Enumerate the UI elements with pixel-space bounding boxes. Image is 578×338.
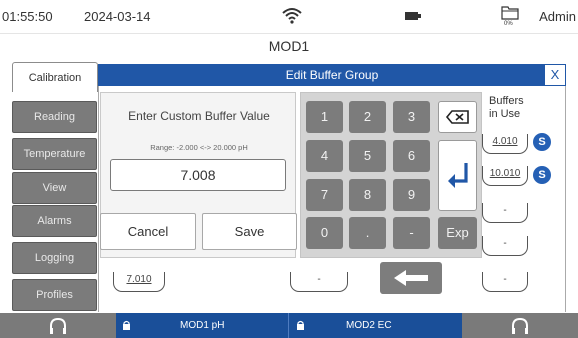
enter-icon — [448, 163, 468, 188]
clock: 01:55:50 — [2, 9, 53, 24]
module-label-mod1: MOD1 pH — [180, 320, 225, 331]
folder-icon[interactable] — [501, 4, 519, 20]
bottom-bar: MOD1 pH MOD2 EC — [0, 313, 578, 338]
buffer-slot-4[interactable]: - — [482, 236, 528, 256]
wifi-icon — [282, 8, 302, 24]
standard-badge-2: S — [533, 166, 551, 184]
numeric-keypad: 1 2 3 4 5 6 7 8 9 0 . - Exp — [300, 92, 482, 258]
available-buffer-7010[interactable]: 7.010 — [113, 272, 165, 292]
nav-profiles[interactable]: Profiles — [12, 279, 97, 311]
buffers-label: Buffers — [489, 95, 524, 107]
key-6[interactable]: 6 — [393, 140, 430, 172]
save-button[interactable]: Save — [202, 213, 297, 250]
headset-icon — [50, 317, 66, 334]
key-5[interactable]: 5 — [349, 140, 386, 172]
key-decimal[interactable]: . — [349, 217, 386, 249]
buffer-value-field[interactable]: 7.008 — [110, 159, 286, 191]
custom-value-heading: Enter Custom Buffer Value — [128, 109, 270, 123]
status-bar: 01:55:50 2024-03-14 0% Admin — [0, 0, 578, 34]
page-title: MOD1 — [0, 34, 578, 58]
key-1[interactable]: 1 — [306, 101, 343, 133]
module-label-mod2: MOD2 EC — [346, 320, 392, 331]
lock-icon — [123, 320, 130, 330]
nav-alarms[interactable]: Alarms — [12, 205, 97, 237]
nav-view[interactable]: View — [12, 172, 97, 204]
available-buffer-slot[interactable]: - — [290, 272, 348, 292]
range-label: Range: -2.000 <-> 20.000 pH — [150, 143, 248, 152]
enter-button[interactable] — [438, 140, 477, 211]
module-tab-mod1[interactable]: MOD1 pH — [116, 313, 289, 338]
dialog-header: Edit Buffer Group X — [98, 64, 566, 86]
module-tab-mod2[interactable]: MOD2 EC — [290, 313, 462, 338]
backspace-icon — [445, 110, 469, 124]
arrow-left-icon — [394, 270, 428, 286]
date: 2024-03-14 — [84, 9, 151, 24]
key-4[interactable]: 4 — [306, 140, 343, 172]
standard-badge-1: S — [533, 133, 551, 151]
key-7[interactable]: 7 — [306, 179, 343, 211]
buffer-slot-2[interactable]: 10.010 — [482, 166, 528, 186]
key-9[interactable]: 9 — [393, 179, 430, 211]
close-button[interactable]: X — [544, 64, 566, 86]
key-3[interactable]: 3 — [393, 101, 430, 133]
left-headset-button[interactable] — [0, 313, 116, 338]
lock-icon — [297, 320, 304, 330]
in-use-label: in Use — [489, 108, 521, 120]
nav-logging[interactable]: Logging — [12, 242, 97, 274]
key-2[interactable]: 2 — [349, 101, 386, 133]
battery-icon — [405, 12, 421, 20]
storage-percent: 0% — [504, 21, 513, 27]
buffer-slot-3[interactable]: - — [482, 203, 528, 223]
move-left-button[interactable] — [380, 262, 442, 294]
dialog-title: Edit Buffer Group — [285, 68, 379, 82]
headset-icon — [512, 317, 528, 334]
key-8[interactable]: 8 — [349, 179, 386, 211]
buffer-slot-1[interactable]: 4.010 — [482, 134, 528, 154]
buffer-slot-5[interactable]: - — [482, 272, 528, 292]
nav-temperature[interactable]: Temperature — [12, 138, 97, 170]
backspace-button[interactable] — [438, 101, 477, 133]
exp-key[interactable]: Exp — [438, 217, 477, 249]
nav-reading[interactable]: Reading — [12, 101, 97, 133]
custom-value-panel: Enter Custom Buffer Value Range: -2.000 … — [100, 92, 297, 258]
user-label[interactable]: Admin — [539, 9, 576, 24]
key-minus[interactable]: - — [393, 217, 430, 249]
key-0[interactable]: 0 — [306, 217, 343, 249]
right-headset-button[interactable] — [462, 313, 578, 338]
cancel-button[interactable]: Cancel — [100, 213, 196, 250]
tab-calibration[interactable]: Calibration — [12, 62, 98, 92]
